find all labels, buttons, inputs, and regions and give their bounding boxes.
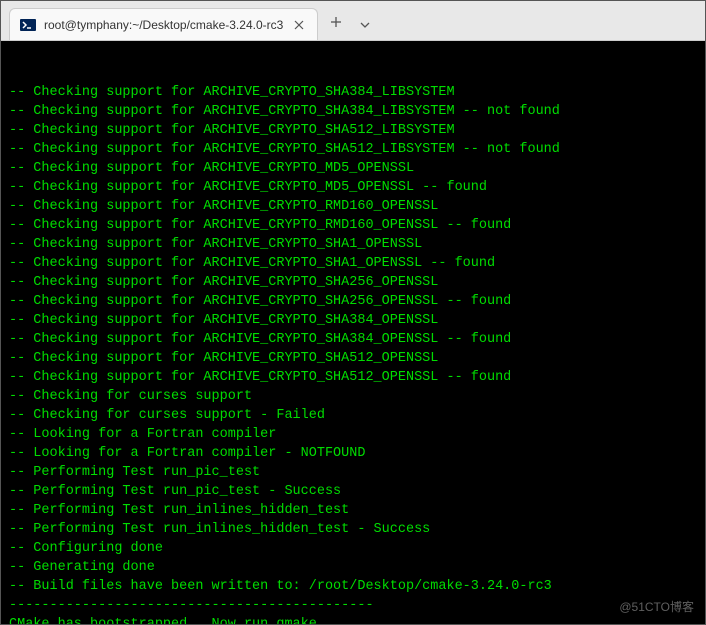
terminal-line: -- Checking support for ARCHIVE_CRYPTO_R…: [9, 216, 697, 235]
terminal-line: -- Checking support for ARCHIVE_CRYPTO_S…: [9, 121, 697, 140]
terminal-line: -- Performing Test run_inlines_hidden_te…: [9, 520, 697, 539]
terminal-line: CMake has bootstrapped. Now run gmake.: [9, 615, 697, 624]
terminal-line: -- Performing Test run_inlines_hidden_te…: [9, 501, 697, 520]
terminal-line: -- Checking support for ARCHIVE_CRYPTO_S…: [9, 140, 697, 159]
terminal-output[interactable]: -- Checking support for ARCHIVE_CRYPTO_S…: [1, 41, 705, 624]
terminal-line: -- Performing Test run_pic_test - Succes…: [9, 482, 697, 501]
terminal-line: -- Checking for curses support - Failed: [9, 406, 697, 425]
terminal-line: -- Looking for a Fortran compiler: [9, 425, 697, 444]
terminal-line: -- Checking support for ARCHIVE_CRYPTO_S…: [9, 235, 697, 254]
terminal-line: -- Checking support for ARCHIVE_CRYPTO_M…: [9, 159, 697, 178]
terminal-line: -- Checking support for ARCHIVE_CRYPTO_S…: [9, 292, 697, 311]
terminal-line: -- Checking support for ARCHIVE_CRYPTO_S…: [9, 311, 697, 330]
terminal-line: -- Checking support for ARCHIVE_CRYPTO_R…: [9, 197, 697, 216]
powershell-icon: [20, 17, 36, 33]
terminal-line: -- Checking support for ARCHIVE_CRYPTO_S…: [9, 254, 697, 273]
terminal-line: -- Checking support for ARCHIVE_CRYPTO_S…: [9, 102, 697, 121]
terminal-line: -- Performing Test run_pic_test: [9, 463, 697, 482]
terminal-line: -- Checking support for ARCHIVE_CRYPTO_S…: [9, 368, 697, 387]
terminal-tab[interactable]: root@tymphany:~/Desktop/cmake-3.24.0-rc3: [9, 8, 318, 40]
new-tab-button[interactable]: [330, 15, 342, 33]
terminal-line: -- Configuring done: [9, 539, 697, 558]
tab-title: root@tymphany:~/Desktop/cmake-3.24.0-rc3: [44, 18, 283, 32]
terminal-window: root@tymphany:~/Desktop/cmake-3.24.0-rc3: [0, 0, 706, 625]
tab-bar: root@tymphany:~/Desktop/cmake-3.24.0-rc3: [1, 1, 705, 41]
terminal-line: -- Checking support for ARCHIVE_CRYPTO_S…: [9, 83, 697, 102]
close-tab-button[interactable]: [291, 17, 307, 33]
terminal-line: -- Checking support for ARCHIVE_CRYPTO_S…: [9, 349, 697, 368]
terminal-line: -- Checking support for ARCHIVE_CRYPTO_S…: [9, 273, 697, 292]
terminal-line: -- Build files have been written to: /ro…: [9, 577, 697, 596]
terminal-line: -- Generating done: [9, 558, 697, 577]
terminal-line: -- Checking support for ARCHIVE_CRYPTO_M…: [9, 178, 697, 197]
watermark: @51CTO博客: [619, 598, 694, 615]
terminal-line: ----------------------------------------…: [9, 596, 697, 615]
terminal-line: -- Checking support for ARCHIVE_CRYPTO_S…: [9, 330, 697, 349]
terminal-line: -- Checking for curses support: [9, 387, 697, 406]
tab-dropdown-button[interactable]: [360, 15, 370, 33]
terminal-lines: -- Checking support for ARCHIVE_CRYPTO_S…: [9, 83, 697, 624]
tab-actions: [318, 8, 382, 40]
terminal-line: -- Looking for a Fortran compiler - NOTF…: [9, 444, 697, 463]
